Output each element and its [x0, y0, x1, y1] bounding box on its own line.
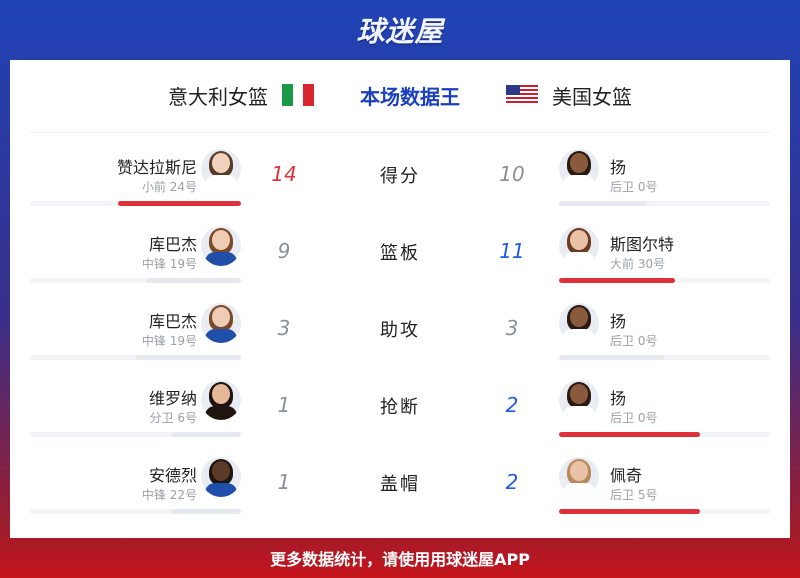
- usa-flag-icon: [506, 85, 538, 105]
- card-header: 意大利女篮 本场数据王 美国女篮: [10, 60, 790, 130]
- right-stat-value: 2: [505, 393, 519, 417]
- stat-category: 盖帽: [380, 474, 420, 495]
- right-stat-bar: [559, 278, 770, 283]
- stat-category: 得分: [380, 166, 420, 187]
- download-app-banner[interactable]: 更多数据统计，请使用用球迷屋APP: [0, 538, 800, 578]
- right-player-avatar[interactable]: [559, 380, 599, 420]
- right-stat-value: 2: [505, 470, 519, 494]
- right-player-position: 后卫 5号: [610, 488, 658, 502]
- stat-category: 篮板: [380, 243, 420, 264]
- right-player-position: 后卫 0号: [610, 180, 658, 194]
- left-player-avatar[interactable]: [201, 380, 241, 420]
- left-stat-bar: [30, 509, 241, 514]
- left-player-position: 分卫 6号: [149, 411, 197, 425]
- left-stat-bar: [30, 278, 241, 283]
- right-player-position: 后卫 0号: [610, 334, 658, 348]
- left-player-name[interactable]: 库巴杰: [149, 231, 197, 255]
- left-stat-bar: [30, 355, 241, 360]
- left-player-avatar[interactable]: [201, 457, 241, 497]
- stat-category: 助攻: [380, 320, 420, 341]
- right-stat-value: 10: [499, 162, 525, 186]
- left-player-avatar[interactable]: [201, 149, 241, 189]
- left-stat-value: 3: [277, 316, 291, 340]
- right-player-name[interactable]: 佩奇: [610, 462, 642, 486]
- stat-row-points: 赞达拉斯尼 小前 24号 14 得分 10 扬 后卫 0号: [10, 149, 790, 233]
- right-player-avatar[interactable]: [559, 149, 599, 189]
- right-stat-bar: [559, 432, 770, 437]
- left-stat-bar: [30, 432, 241, 437]
- right-player-name[interactable]: 斯图尔特: [610, 231, 674, 255]
- right-stat-value: 11: [499, 239, 525, 263]
- right-player-position: 后卫 0号: [610, 411, 658, 425]
- right-stat-value: 3: [505, 316, 519, 340]
- right-player-avatar[interactable]: [559, 226, 599, 266]
- stat-row-steals: 维罗纳 分卫 6号 1 抢断 2 扬 后卫 0号: [10, 380, 790, 464]
- left-player-avatar[interactable]: [201, 303, 241, 343]
- stat-category: 抢断: [380, 397, 420, 418]
- stat-row-assists: 库巴杰 中锋 19号 3 助攻 3 扬 后卫 0号: [10, 303, 790, 387]
- right-player-name[interactable]: 扬: [610, 308, 626, 332]
- right-stat-bar: [559, 355, 770, 360]
- team-right-name: 美国女篮: [552, 84, 632, 109]
- left-player-position: 小前 24号: [141, 180, 197, 194]
- brand-logo: 球迷屋: [356, 15, 444, 48]
- right-player-avatar[interactable]: [559, 457, 599, 497]
- stat-row-rebounds: 库巴杰 中锋 19号 9 篮板 11 斯图尔特 大前 30号: [10, 226, 790, 310]
- right-stat-bar: [559, 509, 770, 514]
- header-divider: [30, 132, 770, 133]
- left-player-name[interactable]: 库巴杰: [149, 308, 197, 332]
- right-stat-bar: [559, 201, 770, 206]
- left-player-position: 中锋 19号: [141, 257, 197, 271]
- left-stat-value: 14: [271, 162, 297, 186]
- stats-card: 意大利女篮 本场数据王 美国女篮 赞达拉斯尼 小前 24号 14 得分 10 扬…: [10, 60, 790, 538]
- left-stat-value: 9: [277, 239, 291, 263]
- italy-flag-icon: [282, 84, 315, 106]
- left-stat-value: 1: [277, 393, 291, 417]
- left-player-position: 中锋 22号: [141, 488, 197, 502]
- right-player-name[interactable]: 扬: [610, 385, 626, 409]
- stat-row-blocks: 安德烈 中锋 22号 1 盖帽 2 佩奇 后卫 5号: [10, 457, 790, 541]
- left-player-name[interactable]: 安德烈: [149, 462, 197, 486]
- page-title: 本场数据王: [360, 84, 460, 109]
- left-stat-bar: [30, 201, 241, 206]
- team-left-name: 意大利女篮: [168, 84, 268, 109]
- left-player-name[interactable]: 赞达拉斯尼: [117, 154, 197, 178]
- right-player-avatar[interactable]: [559, 303, 599, 343]
- right-player-position: 大前 30号: [610, 257, 666, 271]
- left-player-avatar[interactable]: [201, 226, 241, 266]
- left-player-name[interactable]: 维罗纳: [149, 385, 197, 409]
- right-player-name[interactable]: 扬: [610, 154, 626, 178]
- left-stat-value: 1: [277, 470, 291, 494]
- left-player-position: 中锋 19号: [141, 334, 197, 348]
